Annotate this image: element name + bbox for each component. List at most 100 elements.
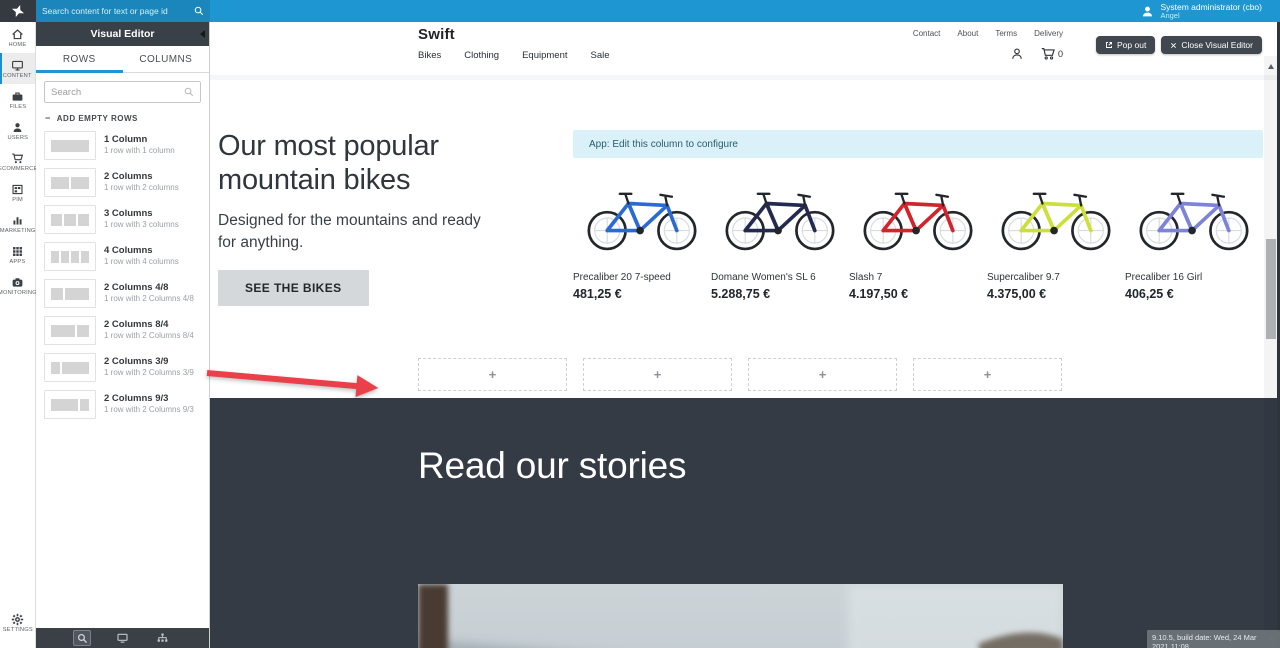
user-menu[interactable]: System administrator (cbo) Angel <box>1141 2 1280 20</box>
panel-bottom-toolbar <box>36 628 209 648</box>
row-template-2-columns-4-8[interactable]: 2 Columns 4/81 row with 2 Columns 4/8 <box>36 275 209 312</box>
row-template-list: 1 Column1 row with 1 column 2 Columns1 r… <box>36 127 209 628</box>
ecommerce-cart-icon <box>11 152 24 165</box>
rail-item-users[interactable]: USERS <box>0 115 35 146</box>
tab-columns[interactable]: COLUMNS <box>123 46 210 72</box>
files-briefcase-icon <box>11 90 24 103</box>
panel-header: Visual Editor <box>36 22 209 46</box>
rail-item-settings[interactable]: SETTINGS <box>0 607 35 638</box>
site-top-links: Contact About Terms Delivery <box>913 29 1063 38</box>
row-subtitle: 1 row with 4 columns <box>104 257 179 267</box>
row-template-2-columns[interactable]: 2 Columns1 row with 2 columns <box>36 164 209 201</box>
add-column-placeholder[interactable]: + <box>583 358 732 391</box>
toolbar-search-icon[interactable] <box>73 630 91 646</box>
collapse-panel-icon[interactable] <box>200 30 205 38</box>
row-title: 3 Columns <box>104 208 179 220</box>
rail-label: SETTINGS <box>2 627 32 633</box>
pop-out-label: Pop out <box>1117 40 1146 50</box>
collapse-section-icon[interactable]: − <box>45 114 51 123</box>
monitoring-camera-icon <box>11 276 24 289</box>
nav-sale[interactable]: Sale <box>591 50 610 61</box>
add-column-placeholder[interactable]: + <box>748 358 897 391</box>
link-delivery[interactable]: Delivery <box>1034 29 1063 38</box>
preview-scrollbar[interactable] <box>1264 56 1277 648</box>
version-info: 9.10.5, build date: Wed, 24 Mar 2021 11:… <box>1147 630 1280 648</box>
add-column-placeholder[interactable]: + <box>418 358 567 391</box>
product-card[interactable]: Precaliber 20 7-speed 481,25 € <box>573 174 711 301</box>
tab-rows[interactable]: ROWS <box>36 46 123 72</box>
row-template-3-columns[interactable]: 3 Columns1 row with 3 columns <box>36 201 209 238</box>
close-icon <box>1170 42 1177 49</box>
link-terms[interactable]: Terms <box>995 29 1017 38</box>
top-bar: System administrator (cbo) Angel <box>0 0 1280 22</box>
rail-item-monitoring[interactable]: MONITORING <box>0 270 35 301</box>
row-template-4-columns[interactable]: 4 Columns1 row with 4 columns <box>36 238 209 275</box>
rail-item-apps[interactable]: APPS <box>0 239 35 270</box>
product-name: Domane Women's SL 6 <box>711 272 849 283</box>
rail-item-content[interactable]: CONTENT <box>0 53 35 84</box>
site-nav: Bikes Clothing Equipment Sale <box>418 50 610 61</box>
content-monitor-icon <box>11 59 24 72</box>
pop-out-button[interactable]: Pop out <box>1096 36 1155 54</box>
product-card[interactable]: Supercaliber 9.7 4.375,00 € <box>987 174 1125 301</box>
left-rail: HOME CONTENT FILES USERS ECOMMERCE PIM M… <box>0 22 36 648</box>
header-divider <box>210 75 1277 80</box>
rail-item-marketing[interactable]: MARKETING <box>0 208 35 239</box>
product-name: Precaliber 20 7-speed <box>573 272 711 283</box>
global-search[interactable] <box>36 0 210 22</box>
rail-label: HOME <box>9 42 27 48</box>
product-card[interactable]: Slash 7 4.197,50 € <box>849 174 987 301</box>
product-price: 4.375,00 € <box>987 287 1125 301</box>
cart-count: 0 <box>1058 49 1063 59</box>
row-template-2-columns-3-9[interactable]: 2 Columns 3/91 row with 2 Columns 3/9 <box>36 349 209 386</box>
product-image-bike <box>1125 174 1263 262</box>
users-icon <box>11 121 24 134</box>
app-logo[interactable] <box>0 0 36 22</box>
rail-label: MARKETING <box>0 228 35 234</box>
section-title: ADD EMPTY ROWS <box>57 114 138 123</box>
hero-text-column: Our most popular mountain bikes Designed… <box>218 130 548 306</box>
cart-icon <box>1040 46 1056 61</box>
app-configure-notice[interactable]: App: Edit this column to configure <box>573 130 1263 158</box>
rail-item-pim[interactable]: PIM <box>0 177 35 208</box>
account-icon[interactable] <box>1010 47 1024 61</box>
product-price: 5.288,75 € <box>711 287 849 301</box>
product-card[interactable]: Precaliber 16 Girl 406,25 € <box>1125 174 1263 301</box>
nav-equipment[interactable]: Equipment <box>522 50 567 61</box>
product-image-bike <box>573 174 711 262</box>
global-search-input[interactable] <box>42 6 194 16</box>
row-subtitle: 1 row with 1 column <box>104 146 175 156</box>
pop-out-icon <box>1105 41 1113 49</box>
row-subtitle: 1 row with 2 Columns 8/4 <box>104 331 194 341</box>
panel-search[interactable] <box>44 81 201 103</box>
row-thumbnail <box>44 168 96 197</box>
row-template-1-column[interactable]: 1 Column1 row with 1 column <box>36 127 209 164</box>
panel-search-input[interactable] <box>51 87 184 98</box>
close-visual-editor-button[interactable]: Close Visual Editor <box>1161 36 1262 54</box>
rail-item-files[interactable]: FILES <box>0 84 35 115</box>
rail-label: CONTENT <box>3 73 32 79</box>
add-column-placeholder[interactable]: + <box>913 358 1062 391</box>
row-thumbnail <box>44 353 96 382</box>
row-template-2-columns-9-3[interactable]: 2 Columns 9/31 row with 2 Columns 9/3 <box>36 386 209 423</box>
add-empty-rows-section[interactable]: − ADD EMPTY ROWS <box>36 107 209 127</box>
row-title: 2 Columns 9/3 <box>104 393 194 405</box>
link-contact[interactable]: Contact <box>913 29 941 38</box>
nav-clothing[interactable]: Clothing <box>464 50 499 61</box>
toolbar-preview-icon[interactable] <box>113 630 131 646</box>
rail-item-ecommerce[interactable]: ECOMMERCE <box>0 146 35 177</box>
link-about[interactable]: About <box>957 29 978 38</box>
rail-item-home[interactable]: HOME <box>0 22 35 53</box>
site-brand[interactable]: Swift <box>418 26 455 43</box>
user-avatar-icon <box>1141 5 1154 18</box>
toolbar-sitemap-icon[interactable] <box>154 630 172 646</box>
site-preview: Swift Contact About Terms Delivery Bikes… <box>210 22 1277 648</box>
user-subname: Angel <box>1160 12 1262 20</box>
search-icon[interactable] <box>194 6 204 16</box>
nav-bikes[interactable]: Bikes <box>418 50 441 61</box>
rail-label: APPS <box>10 259 26 265</box>
see-the-bikes-button[interactable]: SEE THE BIKES <box>218 270 369 306</box>
product-card[interactable]: Domane Women's SL 6 5.288,75 € <box>711 174 849 301</box>
row-template-2-columns-8-4[interactable]: 2 Columns 8/41 row with 2 Columns 8/4 <box>36 312 209 349</box>
cart-button[interactable]: 0 <box>1040 46 1063 61</box>
